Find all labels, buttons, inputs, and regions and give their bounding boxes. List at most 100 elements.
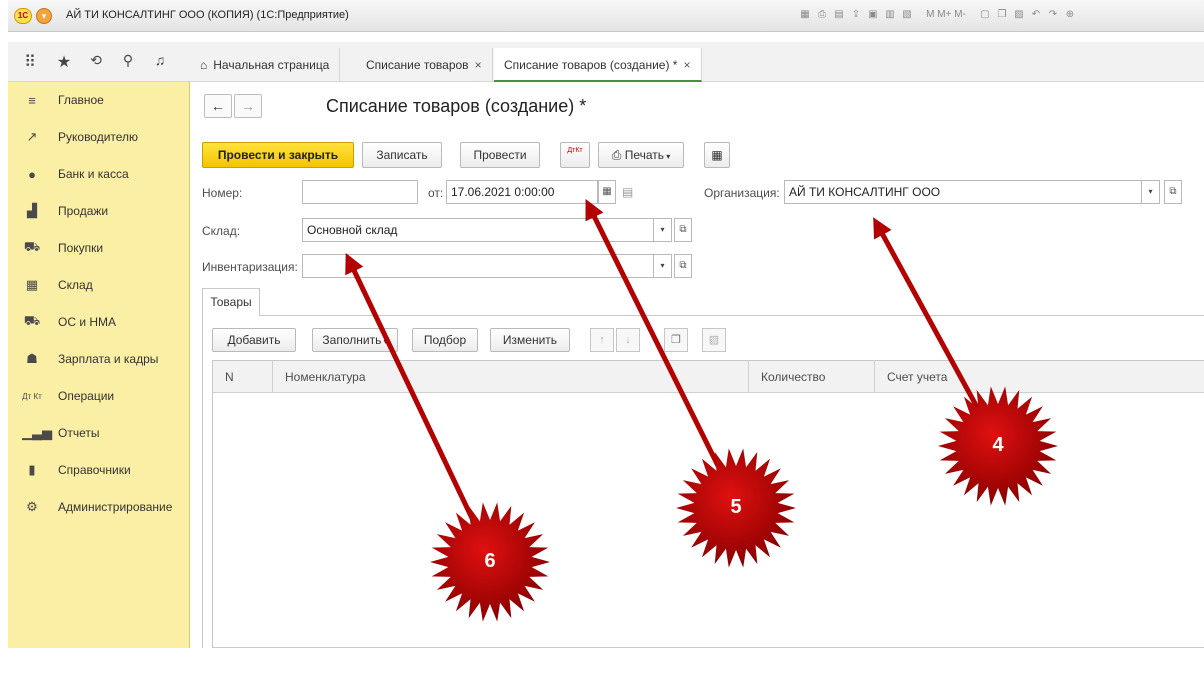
window-title: АЙ ТИ КОНСАЛТИНГ ООО (КОПИЯ) (1С:Предпри…	[66, 9, 349, 21]
column-header-nomenclature[interactable]: Номенклатура	[273, 361, 749, 393]
marker-4-label: 4	[992, 434, 1004, 456]
sidebar-item-admin[interactable]: ⚙ Администрирование	[8, 492, 190, 522]
copy-rows-icon[interactable]: ❐	[664, 328, 688, 352]
organization-dropdown-icon[interactable]: ▾	[1142, 180, 1160, 204]
sections-sidebar: ≡ Главное ↗ Руководителю ● Банк и касса ▟ Пр…	[8, 82, 190, 648]
menu-lines-icon: ≡	[28, 92, 36, 108]
warehouse-field[interactable]: Основной склад	[302, 218, 654, 242]
save-icon[interactable]: ▦	[798, 7, 812, 23]
tab-writeoff-create[interactable]: Списание товаров (создание) * ×	[494, 48, 702, 82]
favorites-star-icon[interactable]: ★	[54, 52, 74, 72]
move-down-icon[interactable]: ↓	[616, 328, 640, 352]
number-field[interactable]	[302, 180, 418, 204]
new-doc-icon[interactable]: ▢	[978, 7, 992, 23]
paste-rows-icon[interactable]: ▨	[702, 328, 726, 352]
change-button[interactable]: Изменить	[490, 328, 570, 352]
preview-icon[interactable]: ▤	[832, 7, 846, 23]
notifications-bell-icon[interactable]: ♫	[150, 52, 170, 68]
sidebar-item-fixed-assets[interactable]: ⛟ ОС и НМА	[8, 307, 190, 337]
sidebar-item-sales[interactable]: ▟ Продажи	[8, 196, 190, 226]
sidebar-item-main[interactable]: ≡ Главное	[8, 85, 190, 115]
printer-icon[interactable]: ▣	[866, 7, 880, 23]
tab-home[interactable]: ⌂ Начальная страница	[190, 48, 341, 82]
cart-icon: ⛟	[23, 239, 41, 254]
save-button[interactable]: Записать	[362, 142, 442, 168]
search-icon[interactable]: ⚲	[118, 52, 138, 69]
sidebar-item-directories[interactable]: ▮ Справочники	[8, 455, 190, 485]
tab-goods[interactable]: Товары	[202, 288, 260, 316]
structure-icon[interactable]: ▦	[704, 142, 730, 168]
main-menu-button[interactable]: ▾	[36, 8, 52, 24]
tab-home-label: Начальная страница	[213, 58, 330, 72]
gear-icon: ⚙	[26, 499, 38, 514]
person-icon: ☗	[26, 351, 38, 366]
tab-writeoff-list[interactable]: Списание товаров ×	[356, 48, 493, 82]
warehouse-dropdown-icon[interactable]: ▾	[654, 218, 672, 242]
sidebar-item-bank[interactable]: ● Банк и касса	[8, 159, 190, 189]
app-logo-icon: 1С	[14, 8, 32, 24]
date-field[interactable]: 17.06.2021 0:00:00	[446, 180, 598, 204]
sidebar-item-manager[interactable]: ↗ Руководителю	[8, 122, 190, 152]
fill-button[interactable]: Заполнить ▾	[312, 328, 398, 352]
zoom-icon[interactable]: ⊕	[1063, 7, 1077, 23]
document-form: ← → Списание товаров (создание) * Провес…	[190, 82, 1204, 648]
history-icon[interactable]: ⟲	[86, 52, 106, 69]
memory-buttons[interactable]: M M+ M-	[917, 7, 975, 23]
move-up-icon[interactable]: ↑	[590, 328, 614, 352]
printer-icon: ⎙	[611, 148, 625, 162]
back-arrow-button[interactable]: ←	[204, 94, 232, 118]
chevron-down-icon: ▾	[664, 152, 671, 161]
bar-chart-icon: ▁▃▅	[22, 425, 52, 440]
trend-icon: ↗	[26, 129, 38, 144]
inventory-open-icon[interactable]: ⧉	[674, 254, 692, 278]
print-icon[interactable]: ⎙	[815, 7, 829, 23]
close-icon[interactable]: ×	[683, 58, 690, 72]
number-label: Номер:	[202, 186, 243, 200]
organization-open-icon[interactable]: ⧉	[1164, 180, 1182, 204]
titlebar-toolbar: ▦ ⎙ ▤ ⇪ ▣ ▥ ▧ M M+ M- ▢ ❐ ▨ ↶ ↷ ⊕	[798, 7, 1077, 23]
marker-5-label: 5	[730, 496, 742, 518]
inventory-label: Инвентаризация:	[202, 260, 298, 274]
copy-icon[interactable]: ❐	[995, 7, 1009, 23]
apps-grid-icon[interactable]: ⠿	[20, 52, 40, 72]
organization-field[interactable]: АЙ ТИ КОНСАЛТИНГ ООО	[784, 180, 1142, 204]
upload-icon[interactable]: ⇪	[849, 7, 863, 23]
tab-writeoff-create-label: Списание товаров (создание) *	[504, 58, 678, 72]
column-header-account[interactable]: Счет учета	[875, 361, 1204, 393]
window-titlebar: 1С ▾ АЙ ТИ КОНСАЛТИНГ ООО (КОПИЯ) (1С:Пр…	[8, 0, 1204, 32]
tab-writeoff-list-label: Списание товаров	[366, 58, 469, 72]
column-header-quantity[interactable]: Количество	[749, 361, 875, 393]
goods-table[interactable]: N Номенклатура Количество Счет учета	[212, 360, 1204, 648]
warehouse-label: Склад:	[202, 224, 241, 238]
post-button[interactable]: Провести	[460, 142, 540, 168]
comment-icon[interactable]: ▤	[622, 185, 633, 199]
sidebar-item-operations[interactable]: Дт Кт Операции	[8, 381, 190, 411]
sidebar-item-purchases[interactable]: ⛟ Покупки	[8, 233, 190, 263]
column-header-n[interactable]: N	[213, 361, 273, 393]
post-and-close-button[interactable]: Провести и закрыть	[202, 142, 354, 168]
forward-icon[interactable]: ↷	[1046, 7, 1060, 23]
sidebar-item-payroll[interactable]: ☗ Зарплата и кадры	[8, 344, 190, 374]
calculator-icon[interactable]: ▥	[883, 7, 897, 23]
dt-kt-button[interactable]: ДтКт	[560, 142, 590, 168]
calendar-icon[interactable]: ▧	[900, 7, 914, 23]
print-button[interactable]: ⎙ Печать ▾	[598, 142, 684, 168]
paste-icon[interactable]: ▨	[1012, 7, 1026, 23]
pick-button[interactable]: Подбор	[412, 328, 478, 352]
sidebar-item-reports[interactable]: ▁▃▅ Отчеты	[8, 418, 190, 448]
truck-icon: ⛟	[23, 313, 41, 328]
sidebar-item-warehouse[interactable]: ▦ Склад	[8, 270, 190, 300]
open-tabs-bar: ⌂ Начальная страница Списание товаров × Сп…	[190, 42, 1204, 82]
tab-panel-border	[202, 315, 203, 648]
close-icon[interactable]: ×	[475, 58, 482, 72]
calendar-picker-icon[interactable]: ▦	[598, 180, 616, 204]
add-row-button[interactable]: Добавить	[212, 328, 296, 352]
print-label: Печать	[624, 148, 664, 162]
back-icon[interactable]: ↶	[1029, 7, 1043, 23]
table-header: N Номенклатура Количество Счет учета	[213, 361, 1204, 393]
forward-arrow-button[interactable]: →	[234, 94, 262, 118]
warehouse-open-icon[interactable]: ⧉	[674, 218, 692, 242]
inventory-dropdown-icon[interactable]: ▾	[654, 254, 672, 278]
section-toolbar: ⠿ ★ ⟲ ⚲ ♫	[8, 42, 190, 82]
inventory-field[interactable]	[302, 254, 654, 278]
